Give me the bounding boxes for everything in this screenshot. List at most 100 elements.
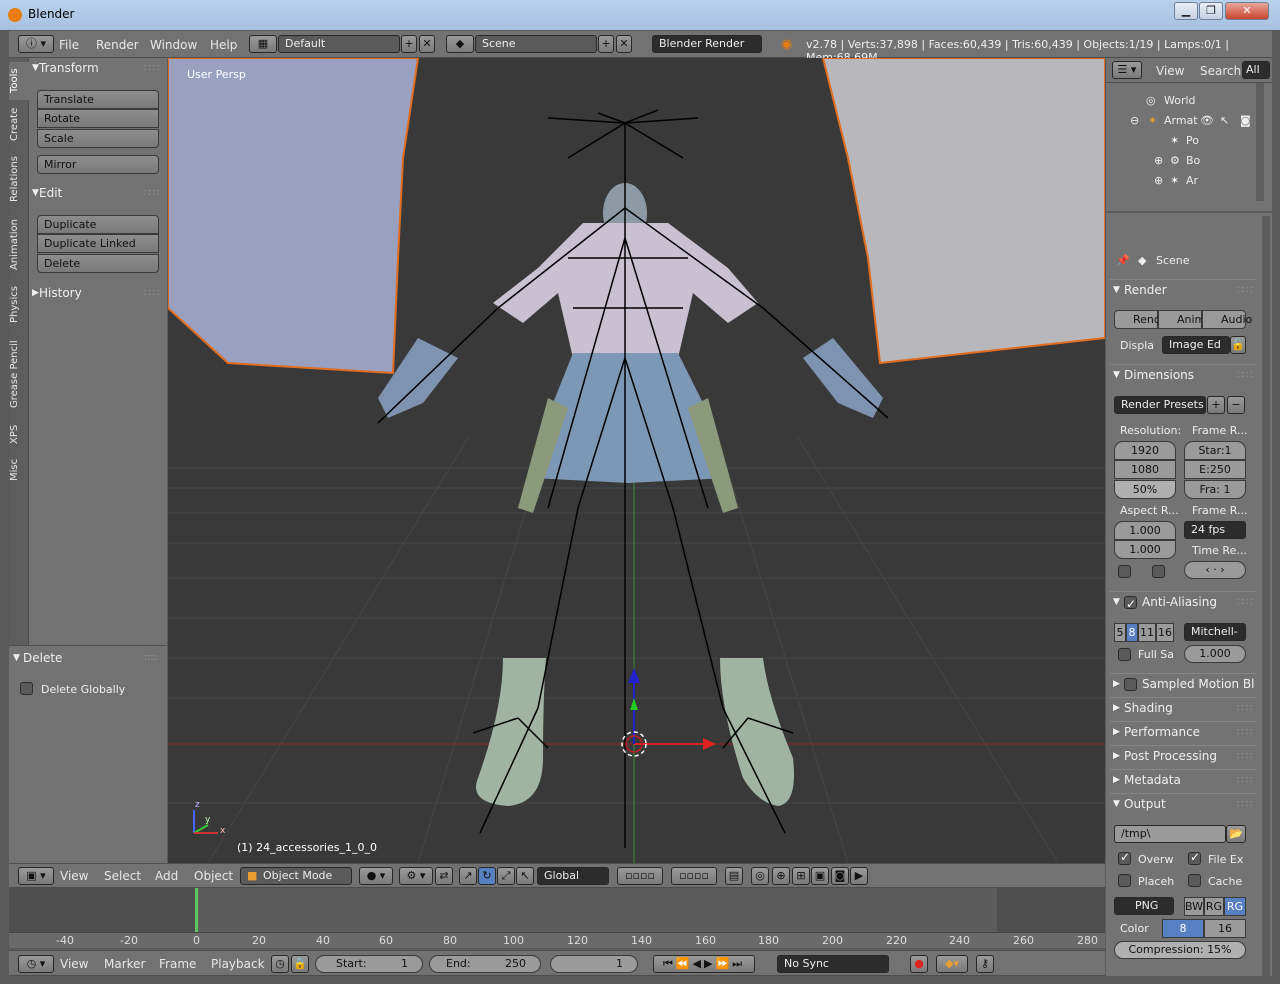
- preview-range-icon[interactable]: ◷: [271, 955, 289, 973]
- resolution-percent-field[interactable]: 50%: [1114, 480, 1176, 499]
- outliner-menu-search[interactable]: Search: [1200, 64, 1241, 78]
- snap-element-icon[interactable]: ▣: [811, 867, 829, 885]
- frame-end-field[interactable]: E:250: [1184, 460, 1246, 479]
- scene-browse-button[interactable]: ◆: [446, 35, 474, 53]
- color-rgba-button[interactable]: RG: [1224, 897, 1246, 916]
- duplicate-button[interactable]: Duplicate: [37, 215, 159, 234]
- time-remap-field[interactable]: ‹ · ›: [1184, 561, 1246, 579]
- duplicate-linked-button[interactable]: Duplicate Linked: [37, 234, 159, 253]
- delete-globally-checkbox[interactable]: [20, 682, 33, 695]
- outliner[interactable]: ◎ World ⊖ ✶ Armat 👁 ↖ ◙ ✶ Po ⊕ ⚙ Bo ⊕ ✶ …: [1106, 83, 1272, 211]
- cache-result-checkbox[interactable]: [1188, 874, 1201, 887]
- layers-block-2[interactable]: ▫▫▫▫: [671, 867, 717, 885]
- shading-panel-header[interactable]: ▶ Shading::::: [1110, 697, 1256, 717]
- menu-window[interactable]: Window: [150, 38, 197, 52]
- keyframe-icon[interactable]: ◆▾: [936, 955, 968, 973]
- tab-animation[interactable]: Animation: [9, 214, 29, 276]
- end-frame-field[interactable]: End: 250: [429, 955, 541, 973]
- grip-icon[interactable]: ::::: [1237, 698, 1254, 718]
- timeline-menu-playback[interactable]: Playback: [211, 957, 265, 971]
- sync-mode-select[interactable]: No Sync: [777, 955, 889, 973]
- viewport-menu-view[interactable]: View: [60, 869, 88, 883]
- render-panel-header[interactable]: ▼ Render::::: [1110, 279, 1256, 299]
- color-rgb-button[interactable]: RG: [1204, 897, 1224, 916]
- history-panel-header[interactable]: ▶ History ::::: [29, 283, 167, 303]
- viewport-editor-type-button[interactable]: ▣ ▾: [18, 867, 54, 885]
- shading-button[interactable]: ● ▾: [359, 867, 393, 885]
- timeline-menu-view[interactable]: View: [60, 957, 88, 971]
- grip-icon[interactable]: ::::: [1237, 722, 1254, 742]
- manipulator-rotate-icon[interactable]: ↻: [478, 867, 496, 885]
- aa-filter-select[interactable]: Mitchell-: [1184, 623, 1246, 641]
- scene-add-icon[interactable]: +: [598, 35, 614, 53]
- minimize-button[interactable]: ▁: [1174, 2, 1198, 20]
- pivot-button[interactable]: ⚙ ▾: [399, 867, 433, 885]
- pin-icon[interactable]: 📌: [1116, 254, 1130, 267]
- viewport-menu-select[interactable]: Select: [104, 869, 141, 883]
- render-anim-icon[interactable]: ▶: [850, 867, 868, 885]
- current-frame-field[interactable]: 1: [550, 955, 638, 973]
- color-depth-8-button[interactable]: 8: [1162, 919, 1204, 938]
- render-camera-icon[interactable]: ◙: [1240, 114, 1251, 127]
- proportional-edit-icon[interactable]: ◎: [751, 867, 769, 885]
- layout-remove-icon[interactable]: ✕: [419, 35, 435, 53]
- scene-field[interactable]: Scene: [475, 35, 597, 53]
- aa-size-field[interactable]: 1.000: [1184, 645, 1246, 663]
- grip-icon[interactable]: ::::: [1237, 365, 1254, 385]
- color-bw-button[interactable]: BW: [1184, 897, 1204, 916]
- outliner-item[interactable]: Bo: [1186, 154, 1200, 167]
- output-path-field[interactable]: /tmp\: [1114, 825, 1226, 843]
- render-engine-select[interactable]: Blender Render: [652, 35, 762, 53]
- expand-icon[interactable]: ⊕: [1154, 174, 1163, 187]
- visibility-eye-icon[interactable]: 👁: [1200, 114, 1214, 127]
- file-extensions-checkbox[interactable]: [1188, 850, 1201, 865]
- outliner-item[interactable]: Armat: [1164, 114, 1198, 127]
- manipulator-toggle-icon[interactable]: ⇄: [435, 867, 453, 885]
- manipulator-extra-icon[interactable]: ↖: [516, 867, 534, 885]
- compression-slider[interactable]: Compression: 15%: [1114, 941, 1246, 959]
- 3d-viewport[interactable]: User Persp z y x (1) 24_accessories_1_0_…: [168, 58, 1105, 863]
- grip-icon[interactable]: ::::: [1237, 746, 1254, 766]
- aspect-x-field[interactable]: 1.000: [1114, 521, 1176, 540]
- audio-button[interactable]: Audio: [1202, 310, 1252, 329]
- expand-icon[interactable]: ⊕: [1154, 154, 1163, 167]
- gizmo-y-arrow-icon[interactable]: [630, 698, 638, 710]
- select-cursor-icon[interactable]: ↖: [1220, 114, 1229, 127]
- outliner-menu-view[interactable]: View: [1156, 64, 1184, 78]
- mirror-button[interactable]: Mirror: [37, 155, 159, 174]
- resolution-x-field[interactable]: 1920: [1114, 441, 1176, 460]
- start-frame-field[interactable]: Start: 1: [315, 955, 423, 973]
- lock-layers-icon[interactable]: ▤: [725, 867, 743, 885]
- tab-physics[interactable]: Physics: [9, 282, 29, 328]
- dimensions-panel-header[interactable]: ▼ Dimensions::::: [1110, 364, 1256, 384]
- tab-xps[interactable]: XPS: [9, 420, 29, 448]
- viewport-menu-object[interactable]: Object: [194, 869, 233, 883]
- file-format-select[interactable]: PNG: [1114, 897, 1174, 915]
- frame-start-field[interactable]: Star:1: [1184, 441, 1246, 460]
- sampled-motion-blur-panel-header[interactable]: ▶ Sampled Motion Bl: [1110, 673, 1256, 693]
- crop-checkbox[interactable]: [1152, 565, 1165, 578]
- display-select[interactable]: Image Ed: [1162, 336, 1230, 354]
- full-sample-checkbox[interactable]: [1118, 648, 1131, 661]
- grip-icon[interactable]: ::::: [1237, 592, 1254, 612]
- frame-step-field[interactable]: Fra: 1: [1184, 480, 1246, 499]
- timeline-menu-frame[interactable]: Frame: [159, 957, 196, 971]
- render-presets-select[interactable]: Render Presets: [1114, 396, 1206, 414]
- aa-samples-11[interactable]: 11: [1138, 623, 1156, 642]
- output-panel-header[interactable]: ▼ Output::::: [1110, 793, 1256, 813]
- preset-remove-icon[interactable]: −: [1227, 396, 1245, 414]
- color-depth-16-button[interactable]: 16: [1204, 919, 1246, 938]
- record-icon[interactable]: ●: [910, 955, 928, 973]
- render-button[interactable]: Rend: [1114, 310, 1161, 329]
- preset-add-icon[interactable]: +: [1207, 396, 1225, 414]
- transform-panel-header[interactable]: ▼ Transform ::::: [29, 58, 167, 78]
- tab-tools[interactable]: Tools: [9, 62, 29, 100]
- gizmo-x-arrow-icon[interactable]: [703, 738, 716, 750]
- motion-blur-checkbox[interactable]: [1124, 678, 1137, 691]
- close-button[interactable]: ✕: [1225, 2, 1269, 20]
- gizmo-z-arrow-icon[interactable]: [628, 668, 640, 683]
- timeline-ruler[interactable]: [9, 932, 1105, 948]
- edit-panel-header[interactable]: ▼ Edit ::::: [29, 183, 167, 203]
- outliner-item[interactable]: Ar: [1186, 174, 1198, 187]
- manipulator-translate-icon[interactable]: ↗: [459, 867, 477, 885]
